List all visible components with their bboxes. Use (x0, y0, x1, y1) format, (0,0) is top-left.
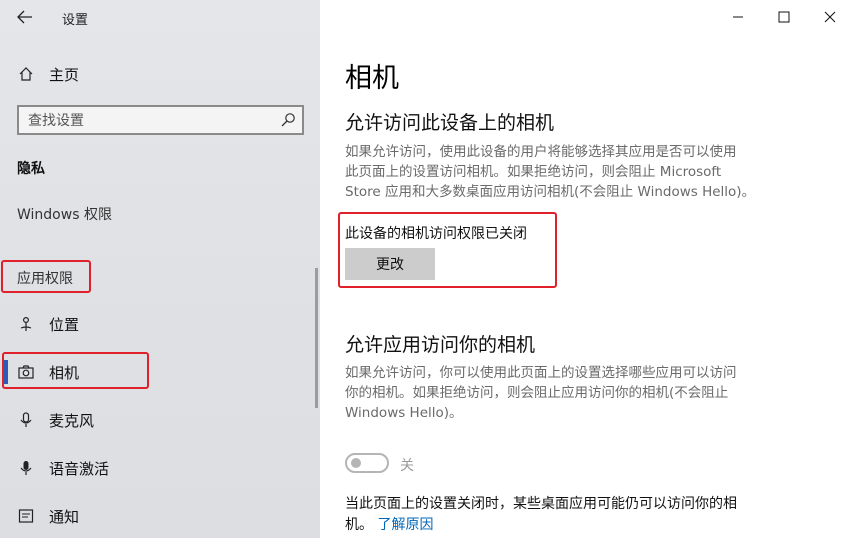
sidebar-item-notifications[interactable]: 通知 (0, 498, 320, 534)
desc-line: 如果允许访问，你可以使用此页面上的设置选择哪些应用可以访问 (345, 365, 737, 381)
note-text: 当此页面上的设置关闭时，某些桌面应用可能仍可以访问你的相 (345, 496, 737, 512)
maximize-button[interactable] (761, 0, 807, 34)
back-button[interactable] (10, 6, 40, 28)
section-privacy-heading: 隐私 (17, 161, 45, 177)
desc-line: Store 应用和大多数桌面应用访问相机(不会阻止 Windows Hello)… (345, 184, 756, 200)
close-icon (824, 11, 836, 23)
device-access-status: 此设备的相机访问权限已关闭 (345, 226, 527, 242)
desc-line: 你的相机。如果拒绝访问，则会阻止应用访问你的相机(不会阻止 (345, 385, 729, 401)
page-title: 相机 (345, 63, 399, 94)
highlight-box-camera (2, 352, 149, 389)
nav-home[interactable]: 主页 (0, 60, 320, 88)
search-box[interactable] (17, 105, 304, 135)
toggle-state-label: 关 (400, 458, 414, 474)
home-icon (18, 66, 34, 82)
toggle-knob (351, 458, 361, 468)
app-title: 设置 (62, 13, 89, 28)
notification-icon (18, 508, 34, 524)
desc-line: 此页面上的设置访问相机。如果拒绝访问，则会阻止 Microsoft (345, 164, 722, 180)
sidebar-scrollbar[interactable] (315, 268, 318, 408)
section-description-app-access: 如果允许访问，你可以使用此页面上的设置选择哪些应用可以访问 你的相机。如果拒绝访… (345, 363, 795, 423)
section-heading-device-access: 允许访问此设备上的相机 (345, 112, 555, 134)
sidebar-item-voice-activation[interactable]: 语音激活 (0, 450, 320, 486)
search-input[interactable] (28, 111, 268, 131)
learn-why-link[interactable]: 了解原因 (377, 517, 433, 533)
windows-permissions-heading: Windows 权限 (17, 207, 112, 223)
sidebar-item-label: 通知 (49, 507, 80, 526)
section-description-device-access: 如果允许访问，使用此设备的用户将能够选择其应用是否可以使用 此页面上的设置访问相… (345, 142, 795, 202)
sidebar: 设置 主页 隐私 Windows 权限 应用权限 位置 相机 麦克风 (0, 0, 320, 538)
sidebar-item-label: 语音激活 (49, 459, 110, 478)
desc-line: 如果允许访问，使用此设备的用户将能够选择其应用是否可以使用 (345, 144, 737, 160)
close-button[interactable] (807, 0, 853, 34)
section-heading-app-access: 允许应用访问你的相机 (345, 334, 536, 356)
microphone-icon (18, 412, 34, 428)
search-icon[interactable] (280, 112, 296, 128)
note-text: 机。 (345, 517, 373, 533)
app-access-toggle[interactable] (345, 453, 389, 473)
sidebar-item-label: 麦克风 (49, 411, 95, 430)
voice-icon (18, 460, 34, 476)
sidebar-item-label: 位置 (49, 315, 80, 334)
location-icon (18, 316, 34, 332)
desktop-apps-note: 当此页面上的设置关闭时，某些桌面应用可能仍可以访问你的相 机。 了解原因 (345, 494, 795, 536)
maximize-icon (778, 11, 790, 23)
sidebar-item-microphone[interactable]: 麦克风 (0, 402, 320, 438)
arrow-left-icon (17, 10, 32, 24)
window-controls (715, 0, 853, 34)
highlight-box-app-permissions (1, 260, 91, 293)
change-button[interactable]: 更改 (345, 248, 435, 280)
main-content: 相机 允许访问此设备上的相机 如果允许访问，使用此设备的用户将能够选择其应用是否… (320, 0, 853, 538)
titlebar-left: 设置 (0, 0, 320, 34)
sidebar-item-location[interactable]: 位置 (0, 306, 320, 342)
minimize-icon (733, 16, 743, 18)
desc-line: Windows Hello)。 (345, 405, 463, 421)
nav-home-label: 主页 (49, 65, 80, 84)
minimize-button[interactable] (715, 0, 761, 34)
